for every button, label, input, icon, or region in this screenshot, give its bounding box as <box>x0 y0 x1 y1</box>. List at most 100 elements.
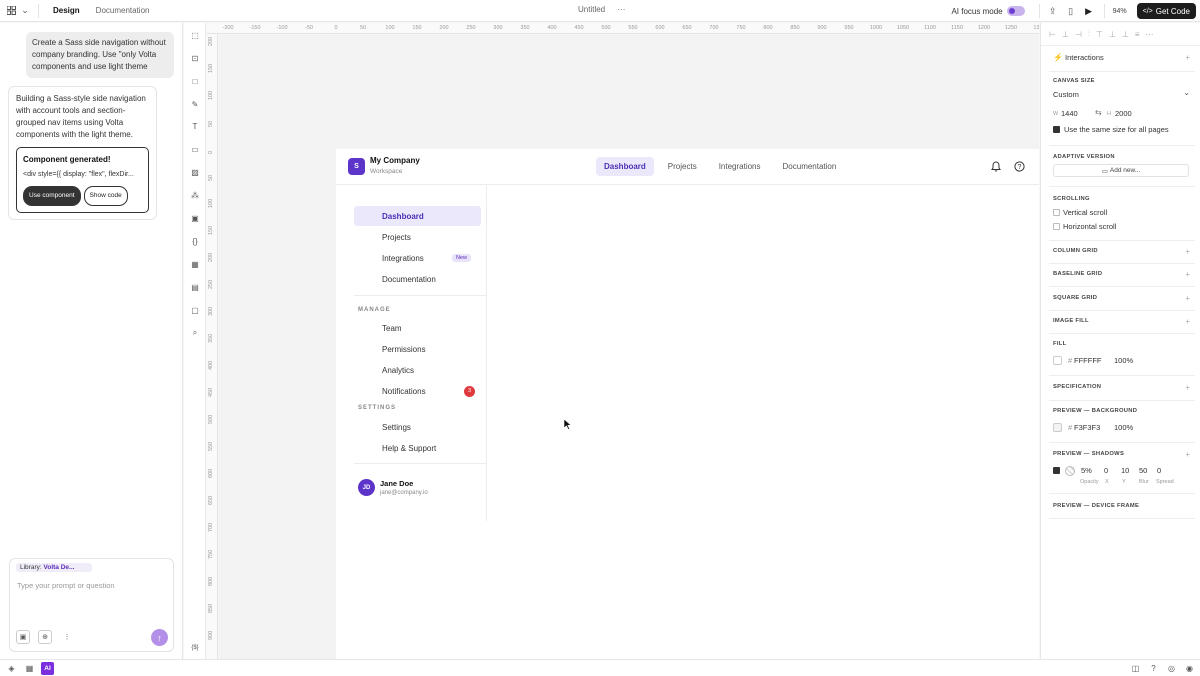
horizontal-scroll-checkbox[interactable] <box>1053 223 1060 230</box>
embed-tool-icon[interactable]: ▣ <box>189 212 201 224</box>
search-icon[interactable]: ⌕ <box>189 327 201 339</box>
zoom-level[interactable]: 94% <box>1113 8 1127 15</box>
mobile-preview-icon[interactable]: ▯ <box>1064 4 1078 18</box>
shadow-x-input[interactable]: 0 <box>1104 466 1108 475</box>
help-icon[interactable]: ? <box>1013 160 1025 172</box>
brackets-icon[interactable]: {$} <box>189 642 201 654</box>
components-tool-icon[interactable]: ⁂ <box>189 189 201 201</box>
topnav-documentation[interactable]: Documentation <box>775 157 845 176</box>
library-chip[interactable]: Library: Volta De... <box>16 563 92 572</box>
canvas-preset-select[interactable]: Custom <box>1053 90 1079 99</box>
grid-menu-icon[interactable] <box>4 4 18 18</box>
send-button[interactable]: ↑ <box>151 629 168 646</box>
comment-tool-icon[interactable]: ▢ <box>189 304 201 316</box>
align-bottom-icon[interactable]: ⊥ <box>1122 30 1129 39</box>
more-icon[interactable]: ⋯ <box>1145 30 1153 39</box>
sidenav-documentation[interactable]: Documentation <box>354 269 481 289</box>
sidenav-permissions[interactable]: Permissions <box>354 339 481 359</box>
chevron-down-icon[interactable]: ⌄ <box>1183 88 1190 97</box>
same-size-checkbox[interactable] <box>1053 126 1060 133</box>
shadow-color-swatch[interactable] <box>1065 466 1075 476</box>
support-icon[interactable]: ◉ <box>1183 662 1196 675</box>
button-tool-icon[interactable]: ▭ <box>189 143 201 155</box>
topnav-integrations[interactable]: Integrations <box>711 157 769 176</box>
rectangle-tool-icon[interactable]: □ <box>189 75 201 87</box>
sidenav-help-support[interactable]: Help & Support <box>354 438 481 458</box>
help-icon[interactable]: ? <box>1147 662 1160 675</box>
distribute-v-icon[interactable]: ≡ <box>1135 30 1140 39</box>
design-frame[interactable]: S My Company Workspace Dashboard Project… <box>336 149 1039 659</box>
pen-tool-icon[interactable]: ✎ <box>189 98 201 110</box>
tab-design[interactable]: Design <box>45 0 88 21</box>
distribute-h-icon[interactable]: ⫶ <box>1088 29 1090 39</box>
add-shadow-icon[interactable]: + <box>1185 450 1190 459</box>
interactions-label[interactable]: Interactions <box>1065 53 1104 62</box>
layers-icon[interactable]: ◈ <box>5 662 18 675</box>
avatar[interactable]: JD <box>358 479 375 496</box>
shadow-spread-input[interactable]: 0 <box>1157 466 1161 475</box>
chevron-down-icon[interactable]: ⌄ <box>18 4 32 18</box>
sidenav-projects[interactable]: Projects <box>354 227 481 247</box>
background-opacity-input[interactable]: 100% <box>1114 423 1133 432</box>
sidenav-notifications[interactable]: Notifications 3 <box>354 381 481 401</box>
add-column-grid-icon[interactable]: + <box>1185 247 1190 256</box>
settings-icon[interactable]: ◎ <box>1165 662 1178 675</box>
fill-opacity-input[interactable]: 100% <box>1114 356 1133 365</box>
add-baseline-grid-icon[interactable]: + <box>1185 270 1190 279</box>
sidenav-team[interactable]: Team <box>354 318 481 338</box>
grid-icon[interactable]: ▦ <box>23 662 36 675</box>
add-new-button[interactable]: ▭ Add new... <box>1053 164 1189 177</box>
align-right-icon[interactable]: ⊣ <box>1075 30 1082 39</box>
fill-hex-input[interactable]: FFFFFF <box>1074 356 1102 365</box>
background-color-swatch[interactable] <box>1053 423 1062 432</box>
tab-documentation[interactable]: Documentation <box>88 0 158 21</box>
get-code-button[interactable]: </> Get Code <box>1136 3 1196 19</box>
attach-icon[interactable]: ⊕ <box>38 630 52 644</box>
preview-icon[interactable]: ◫ <box>1129 662 1142 675</box>
vertical-scroll-checkbox[interactable] <box>1053 209 1060 216</box>
topnav-dashboard[interactable]: Dashboard <box>596 157 654 176</box>
shadow-blur-input[interactable]: 50 <box>1139 466 1147 475</box>
select-tool-icon[interactable]: ⬚ <box>189 29 201 41</box>
play-icon[interactable]: ▶ <box>1082 4 1096 18</box>
shadow-enabled-checkbox[interactable] <box>1053 467 1060 474</box>
canvas[interactable]: S My Company Workspace Dashboard Project… <box>219 35 1039 659</box>
sidenav-settings[interactable]: Settings <box>354 417 481 437</box>
align-middle-icon[interactable]: ⊥ <box>1109 30 1116 39</box>
image-tool-icon[interactable]: ▨ <box>189 166 201 178</box>
fill-color-swatch[interactable] <box>1053 356 1062 365</box>
sidenav-analytics[interactable]: Analytics <box>354 360 481 380</box>
shadow-y-input[interactable]: 10 <box>1121 466 1129 475</box>
more-icon[interactable]: ··· <box>617 5 625 14</box>
topnav-projects[interactable]: Projects <box>660 157 705 176</box>
frame-tool-icon[interactable]: ⊡ <box>189 52 201 64</box>
show-code-button[interactable]: Show code <box>83 186 128 206</box>
share-icon[interactable]: ⇪ <box>1046 4 1060 18</box>
add-specification-icon[interactable]: + <box>1185 383 1190 392</box>
code-tool-icon[interactable]: ▤ <box>189 281 201 293</box>
text-tool-icon[interactable]: T <box>189 120 201 132</box>
background-hex-input[interactable]: F3F3F3 <box>1074 423 1100 432</box>
add-image-fill-icon[interactable]: + <box>1185 317 1190 326</box>
more-options-icon[interactable]: ⋮ <box>60 630 74 644</box>
sidenav-dashboard[interactable]: Dashboard <box>354 206 481 226</box>
align-top-icon[interactable]: ⊤ <box>1096 30 1103 39</box>
ai-button[interactable]: AI <box>41 661 54 675</box>
link-dimensions-icon[interactable]: ⇆ <box>1095 108 1102 117</box>
add-interaction-icon[interactable]: + <box>1185 53 1190 62</box>
sidenav-integrations[interactable]: Integrations New <box>354 248 481 268</box>
bell-icon[interactable] <box>990 160 1002 172</box>
ai-focus-mode-toggle[interactable] <box>1006 6 1025 16</box>
image-upload-icon[interactable]: ▣ <box>16 630 30 644</box>
shadow-opacity-input[interactable]: 5% <box>1081 466 1092 475</box>
prompt-input[interactable]: Type your prompt or question <box>17 581 115 590</box>
table-tool-icon[interactable]: ▦ <box>189 258 201 270</box>
variables-tool-icon[interactable]: {} <box>189 235 201 247</box>
align-center-icon[interactable]: ⊥ <box>1062 30 1069 39</box>
height-input[interactable]: 2000 <box>1115 109 1132 118</box>
document-title[interactable]: Untitled ··· <box>578 5 625 14</box>
use-component-button[interactable]: Use component <box>23 186 81 206</box>
align-left-icon[interactable]: ⊢ <box>1049 30 1056 39</box>
width-input[interactable]: 1440 <box>1061 109 1078 118</box>
add-square-grid-icon[interactable]: + <box>1185 294 1190 303</box>
